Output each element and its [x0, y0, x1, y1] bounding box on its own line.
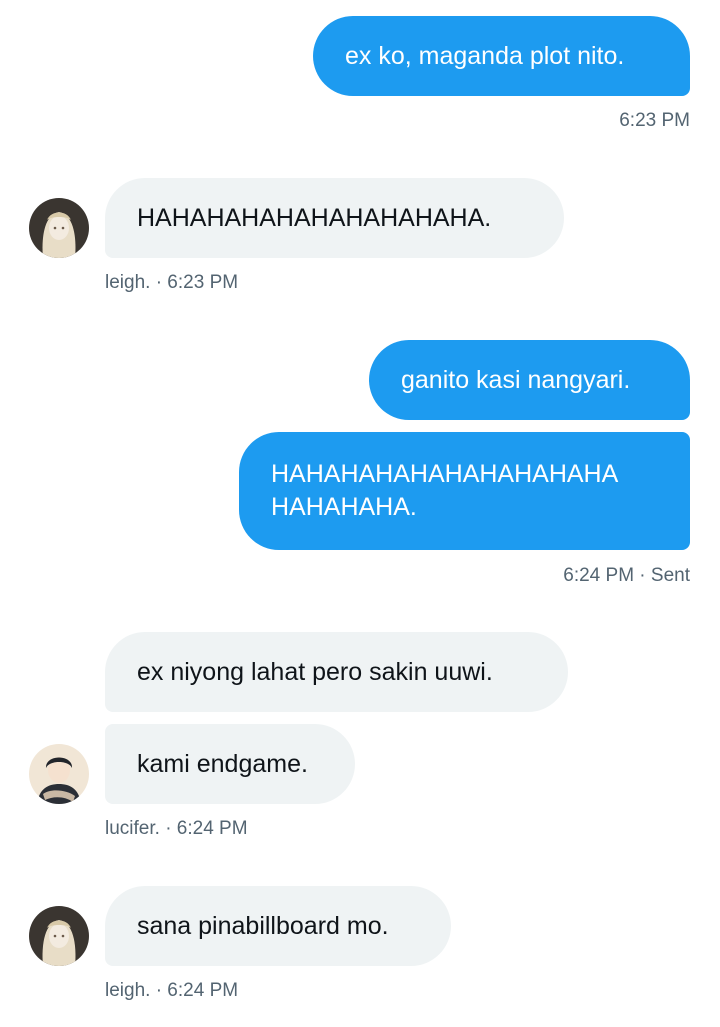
received-message-bubble[interactable]: kami endgame.	[105, 724, 355, 804]
message-text: sana pinabillboard mo.	[137, 911, 389, 940]
message-timestamp: 6:23 PM	[619, 110, 690, 131]
sent-message-bubble[interactable]: ganito kasi nangyari.	[369, 340, 690, 420]
long-hair-user-avatar[interactable]	[29, 198, 89, 258]
avatar-image	[29, 906, 89, 966]
message-sender-timestamp: leigh. · 6:24 PM	[105, 980, 239, 1001]
long-hair-user-avatar[interactable]	[29, 906, 89, 966]
message-text: kami endgame.	[137, 749, 308, 778]
message-text: HAHAHAHAHAHAHAHAHAHA.	[137, 203, 492, 232]
message-timestamp-status: 6:24 PM · Sent	[563, 565, 690, 586]
avatar-image	[29, 744, 89, 804]
sent-message-bubble[interactable]: ex ko, maganda plot nito.	[313, 16, 690, 96]
message-sender-timestamp: leigh. · 6:23 PM	[105, 272, 239, 293]
message-text: ex ko, maganda plot nito.	[345, 41, 625, 70]
received-message-bubble[interactable]: sana pinabillboard mo.	[105, 886, 451, 966]
message-text: ganito kasi nangyari.	[401, 365, 631, 394]
dark-hair-user-avatar[interactable]	[29, 744, 89, 804]
received-message-bubble[interactable]: HAHAHAHAHAHAHAHAHAHA.	[105, 178, 564, 258]
message-text: ex niyong lahat pero sakin uuwi.	[137, 657, 493, 686]
avatar-image	[29, 198, 89, 258]
received-message-bubble[interactable]: ex niyong lahat pero sakin uuwi.	[105, 632, 568, 712]
message-sender-timestamp: lucifer. · 6:24 PM	[105, 818, 248, 839]
sent-message-bubble[interactable]: HAHAHAHAHAHAHAHAHAHA HAHAHAHA.	[239, 432, 690, 550]
message-text: HAHAHAHAHAHAHAHAHAHA HAHAHAHA.	[271, 460, 619, 521]
